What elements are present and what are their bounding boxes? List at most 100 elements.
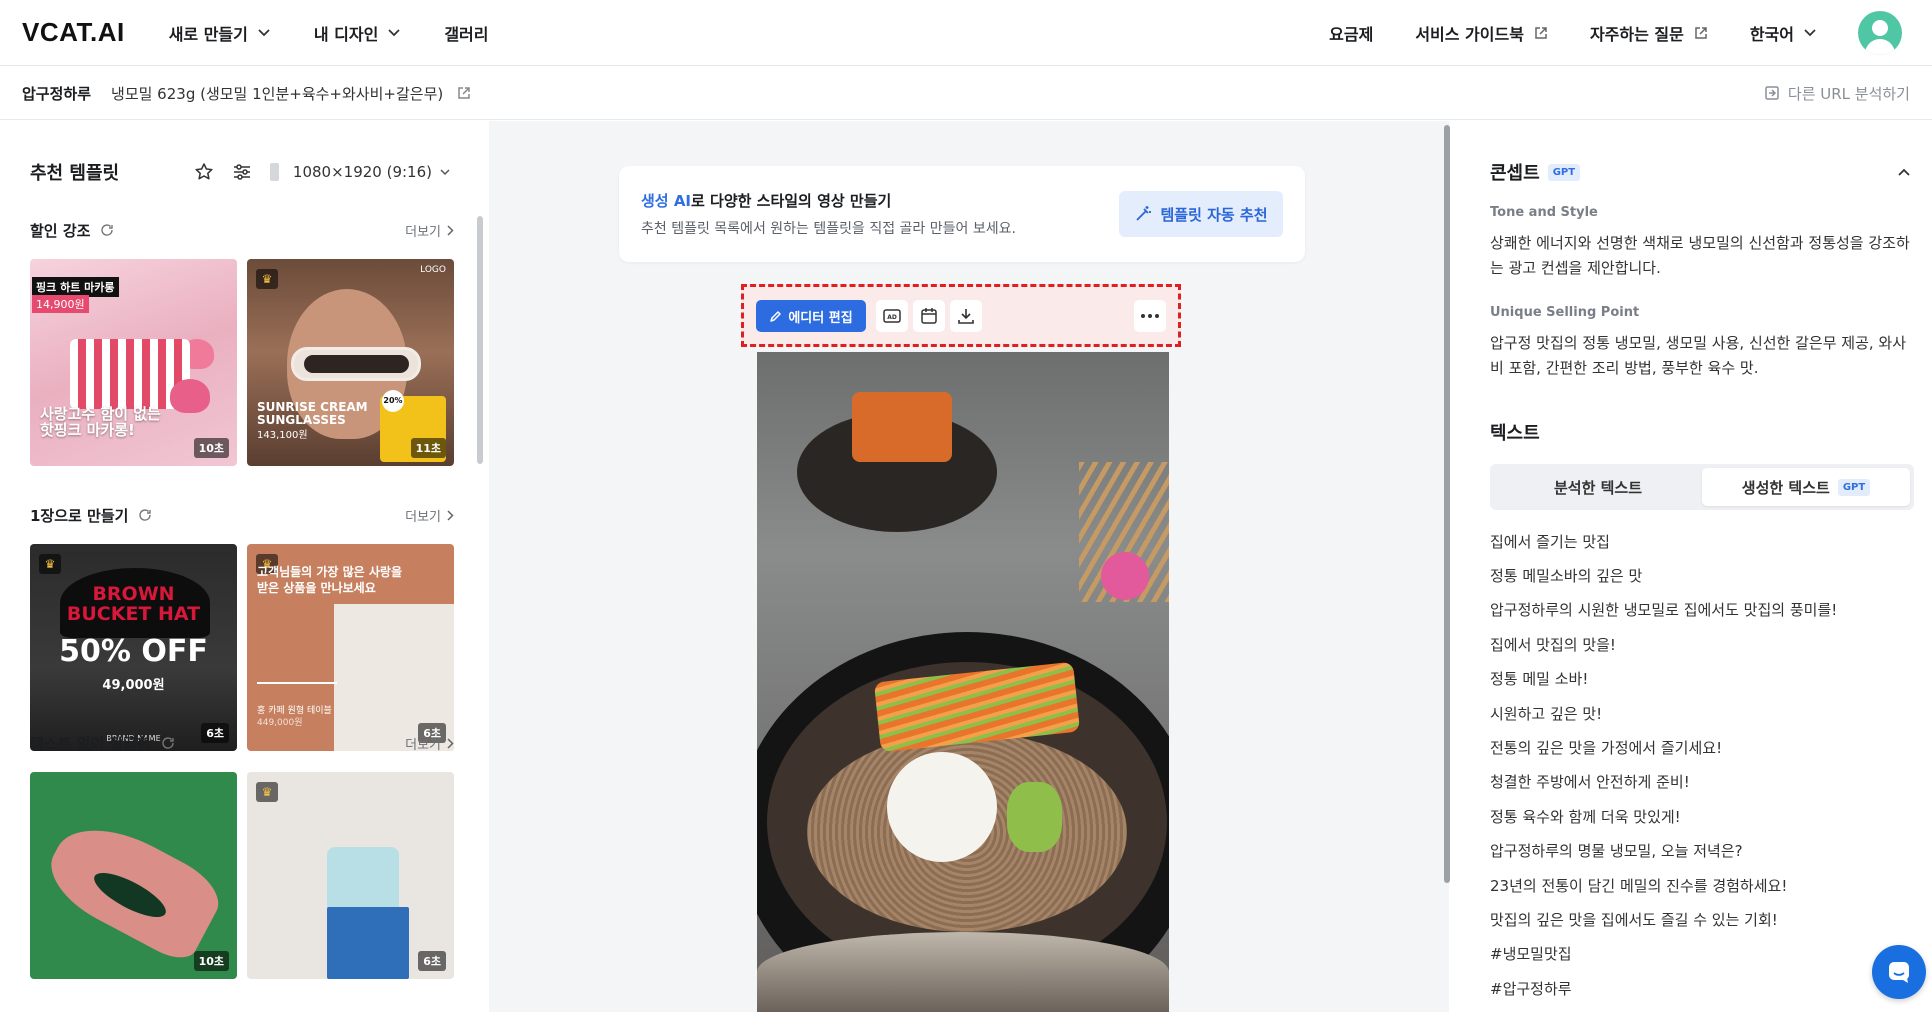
avatar-body-shape — [1865, 38, 1895, 55]
external-link-icon — [1695, 26, 1707, 39]
chevron-down-icon — [258, 28, 270, 36]
section-single-image: 1장으로 만들기 더보기 ♛ BROWN BUCKET HAT 50% OFF … — [30, 504, 454, 751]
generated-text-list: 집에서 즐기는 맛집 정통 메밀소바의 깊은 맛 압구정하루의 시원한 냉모밀로… — [1490, 524, 1910, 1005]
ad-button[interactable]: AD — [876, 300, 908, 332]
section-header: 할인 강조 더보기 — [30, 219, 454, 241]
duration-badge: 10초 — [193, 438, 229, 458]
external-link-icon[interactable] — [457, 86, 471, 100]
chevron-down-icon — [388, 28, 400, 36]
more-dots-icon — [1141, 314, 1159, 318]
refresh-icon[interactable] — [100, 223, 114, 237]
template-tools: 1080×1920 (9:16) — [194, 162, 450, 182]
schedule-button[interactable] — [913, 300, 945, 332]
language-label: 한국어 — [1749, 24, 1794, 44]
list-item[interactable]: 청결한 주방에서 안전하게 준비! — [1490, 765, 1910, 799]
editor-edit-button[interactable]: 에디터 편집 — [756, 300, 866, 332]
concept-title: 콘셉트 — [1490, 163, 1540, 184]
list-item[interactable]: 집에서 맛집의 맛을! — [1490, 627, 1910, 661]
card-caption-block: SUNRISE CREAM SUNGLASSES 143,100원 — [257, 401, 368, 442]
radish-kimchi-shape — [852, 392, 952, 462]
chat-icon — [1889, 962, 1909, 983]
card-caption: 사랑고수 함이 없는 핫핑크 마카롱! — [40, 405, 161, 439]
content-panel: 콘셉트 GPT Tone and Style 상쾌한 에너지와 선명한 색채로 … — [1450, 121, 1932, 1012]
nav-my-design[interactable]: 내 디자인 — [314, 21, 400, 45]
star-icon[interactable] — [194, 162, 214, 182]
usp-label: Unique Selling Point — [1490, 305, 1640, 320]
nav-new-create[interactable]: 새로 만들기 — [169, 21, 270, 45]
template-card[interactable]: 핑크 하트 마카롱 14,900원 사랑고수 함이 없는 핫핑크 마카롱! 10… — [30, 259, 237, 466]
preview-area: 생성 AI로 다양한 스타일의 영상 만들기 추천 템플릿 목록에서 원하는 템… — [489, 121, 1449, 1012]
product-box-shape — [327, 907, 409, 979]
more-link[interactable]: 더보기 — [405, 734, 454, 753]
text-tabs: 분석한 텍스트 생성한 텍스트 GPT — [1490, 464, 1914, 510]
list-item[interactable]: 전통의 깊은 맛을 가정에서 즐기세요! — [1490, 730, 1910, 764]
editor-edit-label: 에디터 편집 — [788, 310, 853, 326]
external-link-icon — [1535, 26, 1547, 39]
section-discount: 할인 강조 더보기 핑크 하트 마카롱 14,900원 사랑고수 함이 없는 핫… — [30, 219, 454, 466]
refresh-icon[interactable] — [138, 508, 152, 522]
avatar[interactable] — [1858, 10, 1902, 55]
list-item[interactable]: #압구정하루 — [1490, 971, 1910, 1005]
tab-generated-text-label: 생성한 텍스트 — [1741, 478, 1830, 497]
sunglasses-shape — [291, 347, 421, 381]
more-link[interactable]: 더보기 — [405, 506, 454, 525]
chevron-right-icon — [447, 224, 454, 236]
nav-guidebook[interactable]: 서비스 가이드북 — [1415, 21, 1548, 45]
calendar-icon — [921, 308, 937, 324]
filter-sliders-icon[interactable] — [232, 162, 252, 182]
list-item[interactable]: 맛집의 깊은 맛을 집에서도 즐길 수 있는 기회! — [1490, 902, 1910, 936]
usp-text: 압구정 맛집의 정통 냉모밀, 생모밀 사용, 신선한 갈은무 제공, 와사비 … — [1490, 334, 1907, 377]
tab-generated-text[interactable]: 생성한 텍스트 GPT — [1702, 468, 1910, 506]
template-card[interactable]: ♛ 고객님들의 가장 많은 사랑을 받은 상품을 만나보세요 홍 카페 원형 테… — [247, 544, 454, 751]
auto-recommend-label: 템플릿 자동 추천 — [1160, 205, 1268, 224]
nav-guidebook-label: 서비스 가이드북 — [1415, 24, 1524, 44]
card-caption: SUNRISE CREAM SUNGLASSES — [257, 400, 368, 427]
list-item[interactable]: 압구정하루의 시원한 냉모밀로 집에서도 맛집의 풍미를! — [1490, 593, 1910, 627]
card-headline: BROWN BUCKET HAT — [66, 583, 201, 625]
ratio-select[interactable]: 1080×1920 (9:16) — [269, 163, 450, 181]
nav-pricing[interactable]: 요금제 — [1329, 21, 1373, 45]
list-item[interactable]: 시원하고 깊은 맛! — [1490, 696, 1910, 730]
more-link[interactable]: 더보기 — [405, 221, 454, 240]
list-item[interactable]: 정통 육수와 함께 더욱 맛있게! — [1490, 799, 1910, 833]
chevron-right-icon — [447, 737, 454, 749]
duration-badge: 11초 — [410, 438, 446, 458]
auto-recommend-button[interactable]: 템플릿 자동 추천 — [1119, 191, 1283, 237]
video-preview[interactable] — [757, 352, 1169, 1012]
ai-banner: 생성 AI로 다양한 스타일의 영상 만들기 추천 템플릿 목록에서 원하는 템… — [619, 166, 1305, 262]
nav-faq[interactable]: 자주하는 질문 — [1590, 21, 1708, 45]
download-button[interactable] — [950, 300, 982, 332]
list-item[interactable]: 정통 메밀소바의 깊은 맛 — [1490, 558, 1910, 592]
template-panel-title: 추천 템플릿 — [30, 163, 120, 184]
left-panel-scrollbar[interactable] — [477, 216, 483, 464]
template-card[interactable]: ♛ 6초 — [247, 772, 454, 979]
flower-shape — [1101, 552, 1149, 600]
template-card[interactable]: 20% ♛ LOGO SUNRISE CREAM SUNGLASSES 143,… — [247, 259, 454, 466]
language-select[interactable]: 한국어 — [1750, 21, 1816, 45]
template-card[interactable]: ♛ BROWN BUCKET HAT 50% OFF 49,000원 BRAND… — [30, 544, 237, 751]
banner-title-rest: 로 다양한 스타일의 영상 만들기 — [691, 192, 892, 210]
section-title: 텍스트 없이 깔끔한 — [30, 734, 151, 753]
nav-gallery[interactable]: 갤러리 — [444, 21, 488, 45]
list-item[interactable]: 23년의 전통이 담긴 메밀의 진수를 경험하세요! — [1490, 868, 1910, 902]
list-item[interactable]: 압구정하루의 명물 냉모밀, 오늘 저녁은? — [1490, 834, 1910, 868]
list-item[interactable]: #냉모밀맛집 — [1490, 937, 1910, 971]
list-item[interactable]: 정통 메밀 소바! — [1490, 662, 1910, 696]
concept-header[interactable]: 콘셉트 GPT — [1490, 159, 1910, 185]
more-options-button[interactable] — [1134, 300, 1166, 332]
card-product-info: 홍 카페 원형 테이블 449,000원 — [257, 705, 332, 729]
store-name: 압구정하루 — [22, 84, 92, 103]
list-item[interactable]: 집에서 즐기는 맛집 — [1490, 524, 1910, 558]
chevron-up-icon[interactable] — [1898, 168, 1910, 176]
template-panel-header: 추천 템플릿 1080×1920 (9:16) — [30, 159, 450, 185]
card-discount: 50% OFF — [59, 634, 208, 669]
tab-analyzed-text-label: 분석한 텍스트 — [1553, 478, 1643, 497]
analyze-other-url-button[interactable]: 다른 URL 분석하기 — [1764, 83, 1910, 104]
app-logo[interactable]: VCAT.AI — [22, 17, 125, 48]
tab-analyzed-text[interactable]: 분석한 텍스트 — [1494, 468, 1702, 506]
refresh-icon[interactable] — [161, 736, 175, 750]
chat-support-button[interactable] — [1872, 945, 1926, 999]
nav-new-create-label: 새로 만들기 — [168, 24, 248, 44]
template-cards: 10초 ♛ 6초 — [30, 772, 454, 979]
template-card[interactable]: 10초 — [30, 772, 237, 979]
